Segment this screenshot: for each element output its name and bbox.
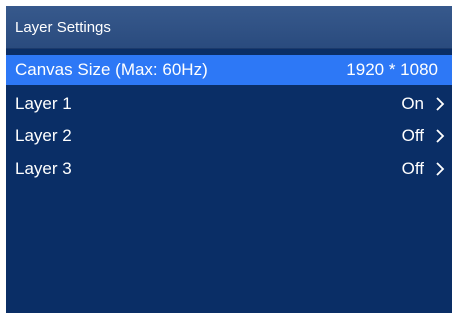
- menu-item-layer-1[interactable]: Layer 1 On: [6, 89, 452, 119]
- menu-item-canvas-size[interactable]: Canvas Size (Max: 60Hz) 1920 * 1080: [6, 55, 452, 85]
- layer-1-status: On: [401, 94, 424, 113]
- menu-item-layer-2[interactable]: Layer 2 Off: [6, 121, 452, 151]
- layer-3-status: Off: [401, 159, 424, 178]
- menu-list: Canvas Size (Max: 60Hz) 1920 * 1080 Laye…: [6, 6, 452, 313]
- chevron-right-icon: [435, 162, 445, 176]
- menu-item-label: Layer 3: [15, 159, 72, 178]
- layer-2-status: Off: [401, 126, 424, 145]
- menu-item-label: Layer 2: [15, 126, 72, 145]
- chevron-right-icon: [435, 129, 445, 143]
- canvas-size-value: 1920 * 1080: [346, 60, 438, 79]
- menu-item-label: Layer 1: [15, 94, 72, 113]
- menu-item-label: Canvas Size (Max: 60Hz): [15, 60, 208, 79]
- chevron-right-icon: [435, 97, 445, 111]
- layer-settings-screen: Layer Settings Canvas Size (Max: 60Hz) 1…: [6, 6, 452, 313]
- menu-item-layer-3[interactable]: Layer 3 Off: [6, 154, 452, 184]
